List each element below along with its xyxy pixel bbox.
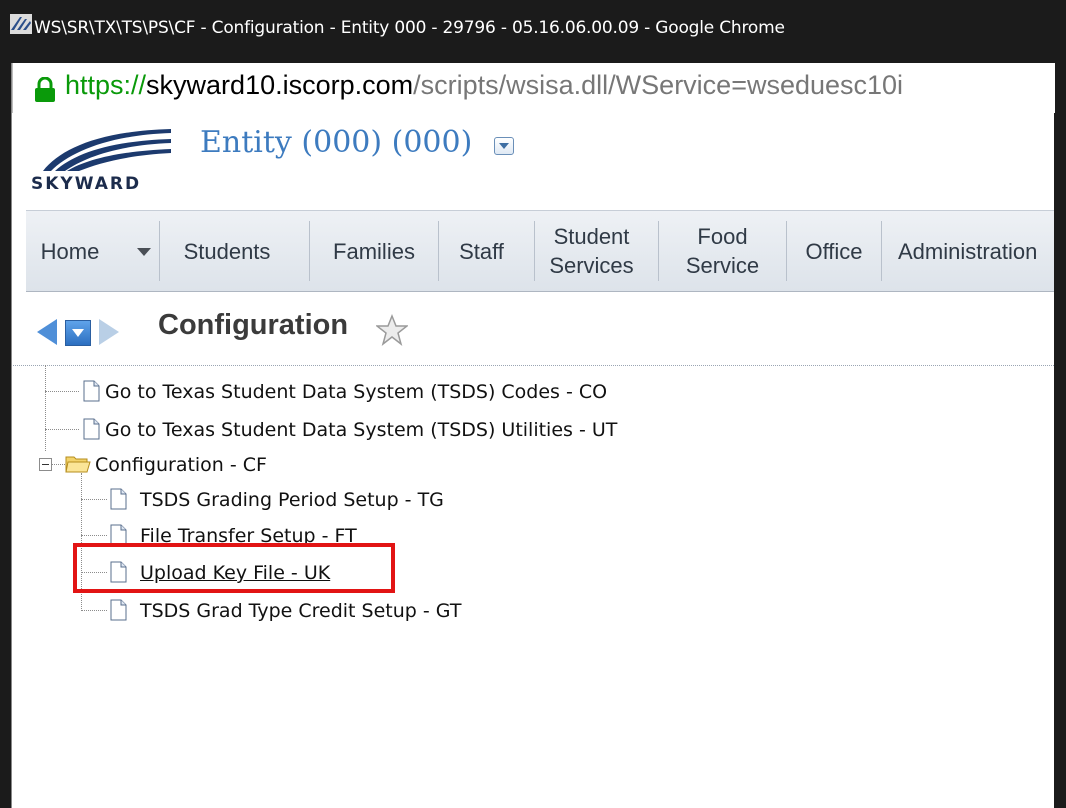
entity-selector-label[interactable]: Entity (000) (000)	[200, 125, 472, 160]
entity-dropdown-button[interactable]	[494, 137, 514, 155]
tree-item-label: Go to Texas Student Data System (TSDS) C…	[105, 381, 608, 403]
nav-administration[interactable]: Administration	[898, 211, 1037, 291]
window-right-border	[1054, 63, 1066, 808]
address-bar[interactable]: https://skyward10.iscorp.com/scripts/wsi…	[12, 63, 1055, 113]
url-path: /scripts/wsisa.dll/WService=wseduesc10i	[413, 70, 904, 100]
document-icon	[83, 418, 100, 440]
window-left-border	[0, 63, 12, 808]
tree-item-label: Configuration - CF	[95, 454, 267, 476]
nav-students[interactable]: Students	[160, 211, 294, 291]
history-dropdown-icon[interactable]	[65, 320, 91, 346]
window-titlebar: WS\SR\TX\TS\PS\CF - Configuration - Enti…	[0, 0, 1066, 63]
tree-item-label: TSDS Grading Period Setup - TG	[140, 489, 444, 511]
url-host: skyward10.iscorp.com	[146, 70, 414, 100]
nav-separator	[881, 221, 882, 281]
url-text[interactable]: https://skyward10.iscorp.com/scripts/wsi…	[65, 70, 903, 101]
logo-wordmark: SKYWARD	[31, 174, 142, 194]
page-title: Configuration	[158, 309, 349, 341]
main-nav: Home Students Families Staff Student Ser…	[26, 210, 1054, 292]
document-icon	[110, 599, 127, 621]
lock-icon	[35, 77, 55, 102]
page-content: SKYWARD Entity (000) (000) Home Students…	[13, 113, 1054, 808]
forward-arrow-icon[interactable]	[99, 319, 119, 345]
home-dropdown-icon[interactable]	[137, 248, 151, 256]
highlight-box	[73, 543, 395, 593]
tree-connector	[81, 535, 107, 536]
skyward-app-icon	[10, 14, 32, 34]
skyward-logo[interactable]: SKYWARD	[31, 121, 191, 201]
url-scheme: https://	[65, 70, 147, 100]
nav-staff[interactable]: Staff	[439, 211, 524, 291]
tree-connector	[45, 429, 79, 430]
document-icon	[83, 380, 100, 402]
nav-home[interactable]: Home	[26, 211, 114, 291]
document-icon	[110, 488, 127, 510]
nav-office[interactable]: Office	[787, 211, 881, 291]
back-arrow-icon[interactable]	[37, 319, 57, 345]
nav-families[interactable]: Families	[310, 211, 438, 291]
tree-connector	[81, 499, 107, 500]
collapse-icon[interactable]	[39, 458, 52, 471]
star-icon[interactable]	[376, 314, 408, 346]
tree-connector	[81, 610, 107, 611]
tree-item-label: Go to Texas Student Data System (TSDS) U…	[105, 419, 618, 441]
window-title: WS\SR\TX\TS\PS\CF - Configuration - Enti…	[34, 18, 785, 38]
nav-student-services[interactable]: Student Services	[535, 211, 648, 291]
tree-connector	[45, 391, 79, 392]
tree-connector	[45, 365, 46, 451]
breadcrumb: Configuration	[13, 290, 1054, 366]
header: SKYWARD Entity (000) (000)	[13, 113, 1054, 210]
tree-connector	[51, 464, 65, 465]
nav-food-service[interactable]: Food Service	[659, 211, 786, 291]
tree-item-label: TSDS Grad Type Credit Setup - GT	[140, 600, 462, 622]
logo-swoosh-icon	[43, 129, 171, 171]
folder-open-icon	[65, 456, 91, 473]
